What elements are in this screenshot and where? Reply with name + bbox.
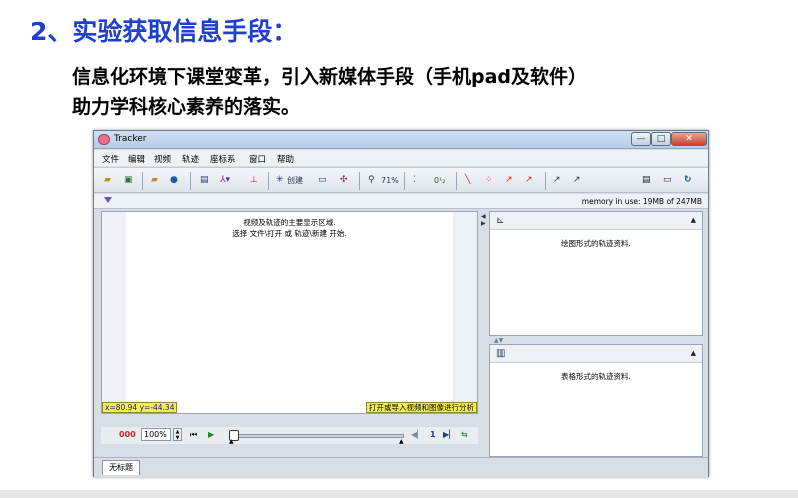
- split-divider-arrows[interactable]: ◀ ▶: [481, 213, 486, 227]
- toolbar: ▰ ▣ ▰ ● ▤ ⅄▾ ⊥ ✳ 创建 ▭ ✣ ⚲ 71% ⁚ 0¹₂ ╲ ⁘ …: [94, 167, 708, 193]
- calibration-icon[interactable]: ⊥: [250, 173, 258, 188]
- plot-panel[interactable]: ⊾ ▲ 绘图形式的轨迹资料.: [489, 211, 703, 336]
- collapse-arrow-icon[interactable]: [104, 197, 112, 203]
- video-pane[interactable]: 视频及轨迹的主要显示区域. 选择 文件\打开 或 轨迹\新建 开始. x=80.…: [101, 211, 478, 414]
- calibration-points-icon[interactable]: ✣: [340, 173, 348, 188]
- notes-icon[interactable]: ▤: [642, 173, 651, 188]
- rate-field[interactable]: 100%: [141, 428, 171, 441]
- video-margin-right: [453, 212, 477, 413]
- menu-file[interactable]: 文件: [102, 153, 119, 165]
- toolbar-divider: [268, 172, 269, 190]
- tab-untitled[interactable]: 无标题: [102, 460, 140, 475]
- tracker-app-icon: [98, 134, 110, 145]
- table-panel-header: ▥ ▲: [490, 345, 702, 363]
- frame-number[interactable]: 000: [119, 429, 136, 441]
- video-info-icon[interactable]: ▭: [663, 173, 672, 188]
- maximize-button[interactable]: □: [651, 132, 671, 146]
- zoom-icon[interactable]: ⚲: [368, 173, 375, 188]
- tracker-window: Tracker — □ ✕ 文件 编辑 视频 轨迹 座标系 窗口 帮助 ▰ ▣ …: [93, 130, 709, 477]
- mouse-coordinates: x=80.94 y=-44.34: [102, 402, 178, 413]
- step-size[interactable]: 1: [430, 429, 436, 441]
- toolbar-divider: [404, 172, 405, 190]
- window-titlebar[interactable]: Tracker — □ ✕: [94, 131, 708, 149]
- path-icon[interactable]: ╲: [465, 173, 470, 188]
- table-panel[interactable]: ▥ ▲ 表格形式的轨迹资料.: [489, 344, 703, 457]
- velocity-icon[interactable]: ↗: [505, 173, 513, 188]
- slide-title: 2、实验获取信息手段：: [30, 17, 298, 46]
- plot-panel-message: 绘图形式的轨迹资料.: [561, 239, 631, 248]
- record-icon[interactable]: ●: [170, 173, 178, 188]
- clip-settings-icon[interactable]: ▤: [200, 173, 209, 188]
- plot-icon[interactable]: ⊾: [496, 215, 504, 226]
- minimize-button[interactable]: —: [631, 132, 651, 146]
- play-icon[interactable]: ▶: [208, 429, 214, 441]
- video-pane-message-1: 视频及轨迹的主要显示区域.: [243, 218, 336, 227]
- slide-bottom-bar: [0, 490, 798, 498]
- panel-split-arrows[interactable]: ▲▼: [494, 337, 503, 344]
- table-panel-message: 表格形式的轨迹资料.: [561, 372, 631, 381]
- coordinate-axes-icon[interactable]: ⅄▾: [220, 173, 230, 188]
- menu-coords[interactable]: 座标系: [210, 153, 236, 165]
- menu-bar: 文件 编辑 视频 轨迹 座标系 窗口 帮助: [94, 150, 708, 166]
- menu-video[interactable]: 视频: [154, 153, 171, 165]
- clip-settings-icon[interactable]: ⇆: [461, 429, 468, 441]
- chevron-up-icon[interactable]: ▲: [691, 349, 696, 357]
- autotracker-icon[interactable]: ↗: [573, 173, 581, 188]
- player-controls: 000 100% ▲ ▼ ⏮ ▶ ▲ ▲ ◀▏ 1 ▶▏ ⇆: [101, 427, 478, 445]
- zoom-level[interactable]: 71%: [381, 173, 399, 188]
- paths-icon[interactable]: ↗: [553, 173, 561, 188]
- track-points-icon[interactable]: ⁚: [413, 173, 416, 188]
- window-title: Tracker: [114, 134, 147, 144]
- plot-panel-header: ⊾ ▲: [490, 212, 702, 230]
- trails-icon[interactable]: 0¹₂: [434, 173, 446, 188]
- slider-start-marker[interactable]: ▲: [229, 438, 234, 445]
- video-margin-left: [102, 212, 126, 413]
- close-button[interactable]: ✕: [671, 132, 707, 146]
- step-forward-icon[interactable]: ▶▏: [443, 429, 455, 441]
- subtitle-line-2: 助力学科核心素养的落实。: [72, 96, 301, 118]
- create-icon[interactable]: ✳: [276, 173, 284, 188]
- refresh-icon[interactable]: ↻: [684, 173, 692, 188]
- step-back-icon[interactable]: ◀▏: [411, 429, 423, 441]
- frame-slider[interactable]: [234, 434, 404, 438]
- vector-icon[interactable]: ⁘: [485, 173, 493, 188]
- slider-end-marker[interactable]: ▲: [399, 438, 404, 445]
- menu-edit[interactable]: 编辑: [128, 153, 145, 165]
- slide: 2、实验获取信息手段： 信息化环境下课堂变革，引入新媒体手段（手机pad及软件）…: [0, 0, 798, 498]
- tape-measure-icon[interactable]: ▭: [318, 173, 327, 188]
- tab-bar: 无标题: [94, 457, 708, 477]
- save-icon[interactable]: ▣: [124, 173, 133, 188]
- toolbar-divider: [190, 172, 191, 190]
- menu-help[interactable]: 帮助: [277, 153, 294, 165]
- open-video-hint: 打开或导入视频和图像进行分析: [366, 402, 477, 413]
- subtitle-line-1: 信息化环境下课堂变革，引入新媒体手段（手机pad及软件）: [72, 66, 588, 88]
- memory-status: memory in use: 19MB of 247MB: [581, 197, 702, 206]
- video-pane-message-2: 选择 文件\打开 或 轨迹\新建 开始.: [232, 229, 347, 238]
- chevron-up-icon[interactable]: ▲: [691, 216, 696, 224]
- menu-window[interactable]: 窗口: [249, 153, 266, 165]
- create-button[interactable]: 创建: [287, 173, 303, 188]
- table-icon[interactable]: ▥: [496, 348, 505, 359]
- reset-icon[interactable]: ⏮: [190, 429, 197, 441]
- rate-spinner[interactable]: ▲ ▼: [173, 428, 182, 441]
- slide-subtitle: 信息化环境下课堂变革，引入新媒体手段（手机pad及软件） 助力学科核心素养的落实…: [72, 62, 792, 122]
- open-video-icon[interactable]: ▰: [151, 173, 158, 188]
- menu-track[interactable]: 轨迹: [182, 153, 199, 165]
- open-folder-icon[interactable]: ▰: [104, 173, 111, 188]
- status-row: memory in use: 19MB of 247MB: [94, 194, 708, 209]
- toolbar-divider: [456, 172, 457, 190]
- toolbar-divider: [359, 172, 360, 190]
- toolbar-divider: [545, 172, 546, 190]
- toolbar-divider: [142, 172, 143, 190]
- acceleration-icon[interactable]: ↗: [525, 173, 533, 188]
